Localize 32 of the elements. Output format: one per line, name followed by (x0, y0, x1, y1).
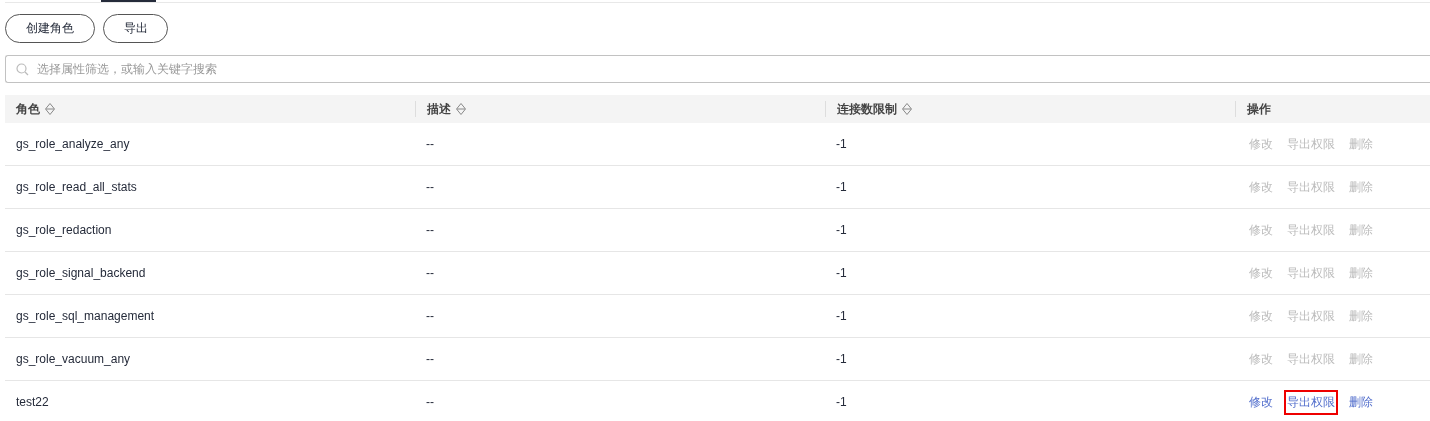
export-button[interactable]: 导出 (103, 14, 168, 43)
table-cell: -- (426, 309, 434, 323)
column-header: 操作 (1247, 100, 1271, 118)
sort-icon[interactable] (456, 103, 466, 115)
table-cell: -1 (836, 180, 847, 194)
table-cell: gs_role_analyze_any (16, 137, 130, 151)
table-cell: -1 (836, 352, 847, 366)
table-cell: -1 (836, 137, 847, 151)
search-field[interactable]: 选择属性筛选，或输入关键字搜索 (5, 55, 1430, 83)
create-role-button[interactable]: 创建角色 (5, 14, 95, 43)
table-cell: test22 (16, 395, 49, 409)
table-cell: -- (426, 223, 434, 237)
action-link[interactable]: 导出权限 (1284, 389, 1338, 415)
column-header[interactable]: 角色 (16, 100, 40, 118)
table-cell: -1 (836, 223, 847, 237)
table-cell: -- (426, 352, 434, 366)
table-cell: -1 (836, 309, 847, 323)
table-cell: -- (426, 180, 434, 194)
table-cell: -- (426, 137, 434, 151)
table-cell: -- (426, 266, 434, 280)
column-header[interactable]: 连接数限制 (837, 100, 897, 118)
table-cell: gs_role_read_all_stats (16, 180, 137, 194)
sort-icon[interactable] (45, 103, 55, 115)
table-cell: -- (426, 395, 434, 409)
table-cell: gs_role_sql_management (16, 309, 155, 323)
column-header[interactable]: 描述 (427, 100, 451, 118)
table-cell: -1 (836, 266, 847, 280)
table-cell: gs_role_vacuum_any (16, 352, 131, 366)
sort-icon[interactable] (902, 103, 912, 115)
table-cell: -1 (836, 395, 847, 409)
table-cell: gs_role_signal_backend (16, 266, 146, 280)
table-cell: gs_role_redaction (16, 223, 112, 237)
